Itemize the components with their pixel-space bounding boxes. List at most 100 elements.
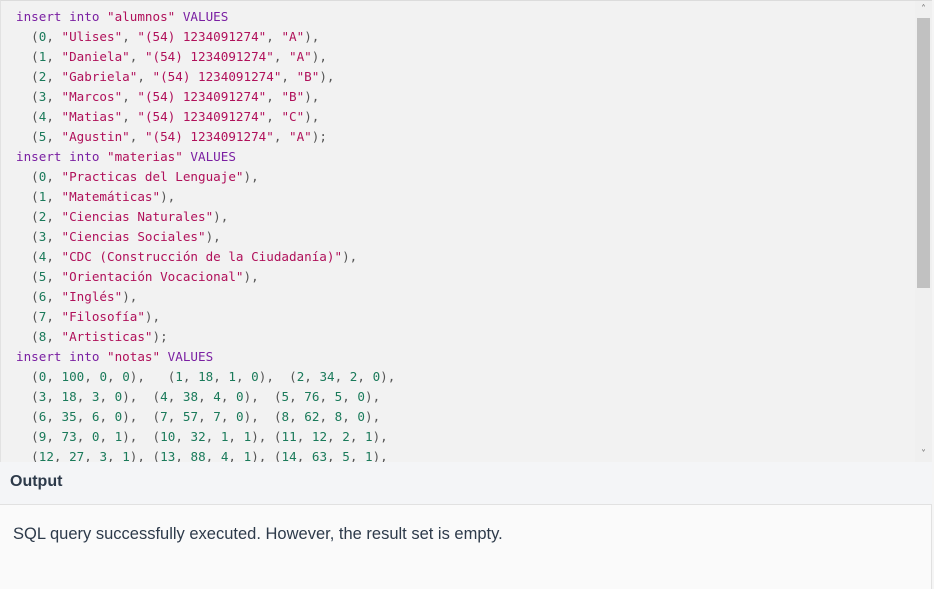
code-token: ,	[46, 29, 62, 44]
code-token: 10	[160, 429, 176, 444]
code-token: ,	[122, 89, 138, 104]
code-token: "Matias"	[61, 109, 123, 124]
code-token: ,	[342, 409, 358, 424]
code-token: );	[152, 329, 168, 344]
code-token: 7	[213, 409, 221, 424]
code-line: (7, "Filosofía"),	[16, 307, 395, 327]
code-token: 12	[311, 429, 328, 444]
code-line: (3, 18, 3, 0), (4, 38, 4, 0), (5, 76, 5,…	[16, 387, 395, 407]
code-token: ),	[213, 209, 229, 224]
code-token: "(54) 1234091274"	[144, 129, 274, 144]
code-token: insert into	[16, 149, 107, 164]
code-token: (	[16, 169, 39, 184]
code-token: 4	[160, 389, 168, 404]
code-token: (	[16, 409, 39, 424]
code-token: ), (	[258, 369, 297, 384]
code-token: ,	[46, 369, 62, 384]
code-token: ,	[46, 189, 62, 204]
code-token: ),	[319, 69, 335, 84]
output-title: Output	[10, 473, 63, 490]
code-token: "Agustin"	[61, 129, 130, 144]
code-token: ,	[76, 409, 92, 424]
code-token: ), (	[129, 449, 161, 462]
code-token: ),	[160, 189, 176, 204]
code-line: (4, "CDC (Construcción de la Ciudadanía)…	[16, 247, 395, 267]
code-token: ,	[129, 49, 145, 64]
code-token: ,	[198, 409, 214, 424]
code-token: ,	[296, 429, 312, 444]
code-token: ,	[46, 409, 62, 424]
code-line: (3, "Ciencias Sociales"),	[16, 227, 395, 247]
code-token: 5	[281, 389, 290, 404]
code-token: "A"	[281, 29, 305, 44]
code-token: ,	[46, 109, 62, 124]
code-token: ), (	[243, 409, 282, 424]
code-line: (0, "Ulises", "(54) 1234091274", "A"),	[16, 27, 395, 47]
code-token: 14	[281, 449, 297, 462]
code-token: (	[16, 89, 39, 104]
chevron-up-icon[interactable]: ˄	[915, 1, 932, 18]
code-line: (4, "Matias", "(54) 1234091274", "C"),	[16, 107, 395, 127]
code-token: ,	[304, 369, 320, 384]
output-header: Output	[0, 462, 932, 505]
code-token: ,	[107, 369, 123, 384]
code-token: 0	[357, 389, 365, 404]
code-token: 1	[122, 449, 130, 462]
code-token: ),	[304, 29, 320, 44]
code-token: ,	[129, 129, 145, 144]
code-token: "materias"	[107, 149, 183, 164]
code-token: (	[16, 109, 39, 124]
code-line: (0, "Practicas del Lenguaje"),	[16, 167, 395, 187]
code-token: ,	[289, 409, 305, 424]
code-token: 0	[99, 369, 108, 384]
code-token: ,	[228, 429, 244, 444]
code-token: ,	[266, 29, 282, 44]
code-line: (2, "Gabriela", "(54) 1234091274", "B"),	[16, 67, 395, 87]
code-token: ,	[273, 49, 290, 64]
code-token: ,	[53, 449, 70, 462]
code-token: ,	[334, 369, 350, 384]
code-token: ,	[46, 389, 62, 404]
code-token: (	[16, 229, 39, 244]
code-token: ),	[144, 309, 161, 324]
code-token: 34	[319, 369, 335, 384]
code-token: ,	[296, 449, 312, 462]
code-token: "B"	[281, 89, 305, 104]
code-token: 35	[61, 409, 77, 424]
code-token: ,	[107, 449, 123, 462]
code-token: ),	[304, 89, 320, 104]
chevron-down-icon[interactable]: ˅	[915, 446, 932, 462]
code-token: ,	[220, 389, 237, 404]
editor-scrollbar[interactable]: ˄ ˅	[915, 1, 932, 462]
code-token: 38	[182, 389, 199, 404]
code-content[interactable]: insert into "alumnos" VALUES (0, "Ulises…	[16, 7, 395, 462]
code-token: "Gabriela"	[61, 69, 138, 84]
code-token: "Inglés"	[61, 289, 123, 304]
code-token: ,	[357, 369, 373, 384]
code-token: "(54) 1234091274"	[137, 29, 267, 44]
code-token: ),	[365, 389, 381, 404]
code-token: 1	[175, 369, 183, 384]
code-line: insert into "notas" VALUES	[16, 347, 395, 367]
code-token: 100	[61, 369, 85, 384]
code-token: 0	[251, 369, 259, 384]
code-token: ),	[342, 249, 358, 264]
code-token: VALUES	[160, 349, 214, 364]
code-token: ,	[327, 429, 343, 444]
scrollbar-thumb[interactable]	[917, 18, 930, 288]
code-token: ,	[46, 429, 62, 444]
code-token: ,	[266, 109, 282, 124]
code-token: 18	[198, 369, 214, 384]
code-token: ,	[220, 409, 237, 424]
code-token: insert into	[16, 9, 107, 24]
code-token: "alumnos"	[107, 9, 176, 24]
code-token: ), (	[122, 389, 161, 404]
code-token: 1	[228, 369, 236, 384]
sql-editor[interactable]: insert into "alumnos" VALUES (0, "Ulises…	[0, 0, 932, 462]
code-token: ,	[84, 369, 100, 384]
code-token: ,	[46, 309, 62, 324]
code-token: ,	[46, 129, 62, 144]
code-line: (2, "Ciencias Naturales"),	[16, 207, 395, 227]
code-token: ,	[46, 289, 62, 304]
code-token: ,	[46, 89, 62, 104]
